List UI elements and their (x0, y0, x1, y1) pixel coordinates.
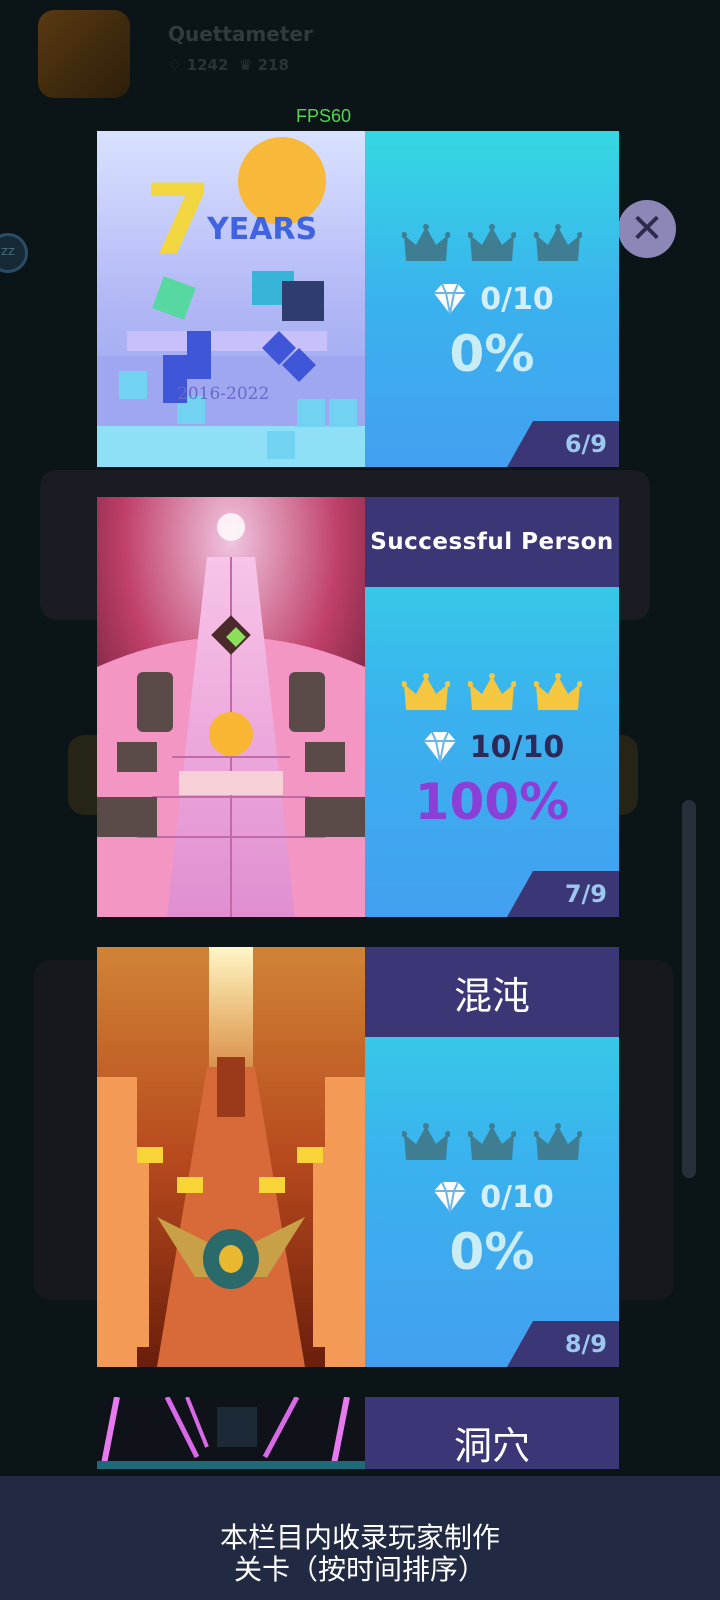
crown-row (365, 1122, 619, 1164)
profile-name: Quettameter (168, 22, 313, 46)
level-card[interactable]: Successful Person 10/10 100% 7/9 (97, 497, 619, 917)
level-index: 6/9 (507, 421, 619, 467)
crown-icon (534, 1122, 582, 1164)
gem-count: 0/10 (480, 281, 554, 317)
gem-row: 0/10 (365, 1179, 619, 1215)
crown-icon (468, 223, 516, 265)
level-card[interactable]: 混沌 0/10 0% 8/9 (97, 947, 619, 1367)
level-index: 8/9 (507, 1321, 619, 1367)
diamond-icon (434, 283, 467, 315)
level-stats-panel: Successful Person 10/10 100% 7/9 (365, 497, 619, 917)
level-index: 7/9 (507, 871, 619, 917)
crown-icon (468, 672, 516, 714)
level-title: Successful Person (365, 497, 619, 587)
level-title: 混沌 (365, 947, 619, 1037)
crown-icon (402, 672, 450, 714)
level-cover-art (97, 947, 365, 1367)
level-title: 洞穴 (365, 1397, 619, 1469)
crown-row (365, 672, 619, 714)
close-icon: ✕ (630, 206, 664, 252)
profile-badge: ZZ (0, 233, 28, 273)
level-stats-panel: 混沌 0/10 0% 8/9 (365, 947, 619, 1367)
crown-icon (534, 223, 582, 265)
gem-row: 0/10 (365, 281, 619, 317)
profile-stats: ♢ 1242 ♛ 218 (168, 56, 289, 74)
crown-count-icon: ♛ (238, 56, 253, 74)
close-button[interactable]: ✕ (618, 200, 676, 258)
completion-percent: 100% (414, 773, 570, 831)
gem-count-icon: ♢ (168, 56, 182, 74)
completion-percent: 0% (449, 325, 535, 383)
footer-line-2: 关卡（按时间排序） (233, 1553, 486, 1586)
crown-icon (402, 223, 450, 265)
level-card[interactable]: 7 YEARS 2016-2022 0/10 0% 6/9 (97, 131, 619, 467)
gem-row: 10/10 (365, 729, 619, 765)
level-cover-art (97, 497, 365, 917)
crown-row (365, 223, 619, 265)
level-card[interactable]: 洞穴 (97, 1397, 619, 1469)
level-stats-panel: 洞穴 (365, 1397, 619, 1469)
footer-line-1: 本栏目内收录玩家制作 (219, 1521, 500, 1554)
crown-icon (402, 1122, 450, 1164)
level-cover-art (97, 1397, 365, 1469)
level-cover-art: 7 YEARS 2016-2022 (97, 131, 365, 467)
crown-icon (468, 1122, 516, 1164)
art-year-range: 2016-2022 (177, 384, 269, 404)
footer-description: 本栏目内收录玩家制作 关卡（按时间排序） (0, 1522, 720, 1586)
gem-count: 10/10 (469, 729, 565, 765)
crown-icon (534, 672, 582, 714)
completion-percent: 0% (449, 1223, 535, 1281)
diamond-icon (434, 1181, 467, 1213)
profile-avatar (38, 10, 130, 98)
level-stats-panel: 0/10 0% 6/9 (365, 131, 619, 467)
diamond-icon (423, 731, 456, 763)
gem-count: 0/10 (480, 1179, 554, 1215)
art-years-text: YEARS (206, 212, 317, 247)
scrollbar[interactable] (682, 800, 696, 1178)
svg-text:7: 7 (145, 164, 212, 276)
fps-counter: FPS60 (296, 106, 352, 126)
